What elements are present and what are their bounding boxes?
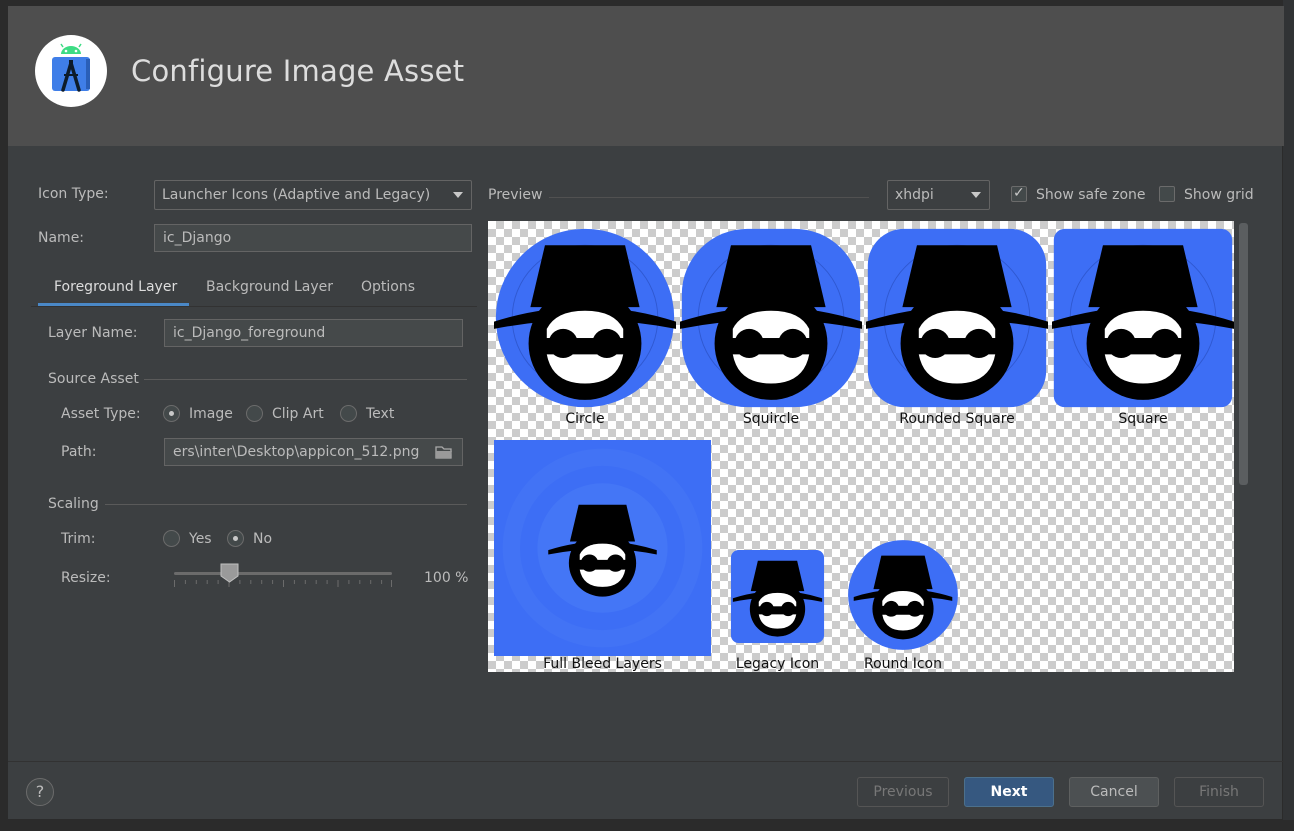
selected-tab-indicator: [38, 303, 189, 306]
resize-slider-track[interactable]: [174, 572, 392, 575]
resize-slider-ticks: [174, 580, 392, 587]
finish-button[interactable]: Finish: [1174, 777, 1264, 807]
preview-full-bleed-label: Full Bleed Layers: [543, 656, 662, 672]
chevron-down-icon: [971, 192, 981, 198]
density-value: xhdpi: [895, 187, 934, 203]
next-button[interactable]: Next: [964, 777, 1054, 807]
source-asset-title: Source Asset: [48, 371, 139, 387]
ide-background-left: [0, 0, 7, 831]
preview-round-label: Round Icon: [863, 656, 942, 672]
folder-icon[interactable]: [435, 445, 453, 459]
icon-type-label: Icon Type:: [38, 186, 109, 202]
icon-type-value: Launcher Icons (Adaptive and Legacy): [162, 187, 431, 203]
scaling-title: Scaling: [48, 496, 99, 512]
resize-value: 100 %: [424, 570, 469, 586]
preview-squircle-label: Squircle: [742, 411, 800, 427]
asset-type-text-label[interactable]: Text: [366, 406, 394, 422]
asset-type-text-radio[interactable]: [340, 405, 357, 422]
tab-background-layer[interactable]: Background Layer: [206, 279, 333, 295]
tab-options[interactable]: Options: [361, 279, 415, 295]
configure-image-asset-dialog: Configure Image Asset Icon Type: Launche…: [7, 5, 1284, 820]
previous-button[interactable]: Previous: [857, 777, 949, 807]
name-input[interactable]: ic_Django: [154, 224, 472, 252]
android-studio-icon: [35, 35, 107, 107]
show-grid-label[interactable]: Show grid: [1184, 187, 1254, 203]
preview-circle-label: Circle: [565, 411, 605, 427]
layer-name-input[interactable]: ic_Django_foreground: [164, 319, 463, 347]
asset-type-label: Asset Type:: [61, 406, 141, 422]
preview-full-bleed-icon: [494, 440, 711, 656]
help-button[interactable]: ?: [26, 778, 54, 806]
preview-round-icon: [847, 539, 959, 651]
preview-canvas: Circle Squircle Rounded Square Square Fu…: [488, 221, 1234, 672]
preview-label: Preview: [488, 187, 543, 203]
asset-type-clipart-label[interactable]: Clip Art: [272, 406, 324, 422]
footer-divider: [8, 761, 1284, 762]
preview-rounded-square-icon: [866, 227, 1048, 409]
preview-squircle-icon: [680, 227, 862, 409]
trim-yes-radio[interactable]: [163, 530, 180, 547]
preview-legacy-label: Legacy Icon: [735, 656, 820, 672]
layer-name-label: Layer Name:: [48, 325, 138, 341]
preview-rounded-square-label: Rounded Square: [899, 411, 1015, 427]
density-dropdown[interactable]: xhdpi: [887, 180, 990, 210]
icon-type-dropdown[interactable]: Launcher Icons (Adaptive and Legacy): [154, 180, 472, 210]
name-label: Name:: [38, 230, 85, 246]
ide-background-bottom: [0, 820, 1294, 831]
dialog-header: Configure Image Asset: [8, 6, 1284, 146]
asset-type-image-radio[interactable]: [163, 405, 180, 422]
dialog-title: Configure Image Asset: [131, 54, 465, 88]
cancel-button[interactable]: Cancel: [1069, 777, 1159, 807]
trim-yes-label[interactable]: Yes: [189, 531, 212, 547]
preview-legacy-icon: [729, 548, 826, 645]
tabs-separator: [31, 306, 477, 307]
resize-label: Resize:: [61, 570, 111, 586]
trim-no-radio[interactable]: [227, 530, 244, 547]
asset-type-image-label[interactable]: Image: [189, 406, 233, 422]
path-label: Path:: [61, 444, 97, 460]
preview-divider: [549, 197, 869, 198]
trim-no-label[interactable]: No: [253, 531, 272, 547]
path-value: ers\inter\Desktop\appicon_512.png: [173, 444, 420, 460]
show-safe-zone-label[interactable]: Show safe zone: [1036, 187, 1146, 203]
show-safe-zone-checkbox[interactable]: ✓: [1011, 185, 1027, 202]
preview-square-icon: [1052, 227, 1234, 409]
source-asset-divider: [144, 379, 467, 380]
scaling-divider: [105, 504, 467, 505]
show-grid-checkbox[interactable]: [1159, 186, 1175, 202]
ide-background-right: [1283, 0, 1294, 831]
preview-square-label: Square: [1118, 411, 1168, 427]
trim-label: Trim:: [61, 531, 96, 547]
resize-slider-thumb[interactable]: [220, 563, 239, 583]
preview-scrollbar-thumb[interactable]: [1239, 223, 1248, 485]
path-input[interactable]: ers\inter\Desktop\appicon_512.png: [164, 438, 463, 466]
checkmark-icon: ✓: [1013, 185, 1025, 201]
asset-type-clipart-radio[interactable]: [246, 405, 263, 422]
tab-foreground-layer[interactable]: Foreground Layer: [54, 279, 177, 295]
preview-circle-icon: [494, 227, 676, 409]
chevron-down-icon: [453, 192, 463, 198]
